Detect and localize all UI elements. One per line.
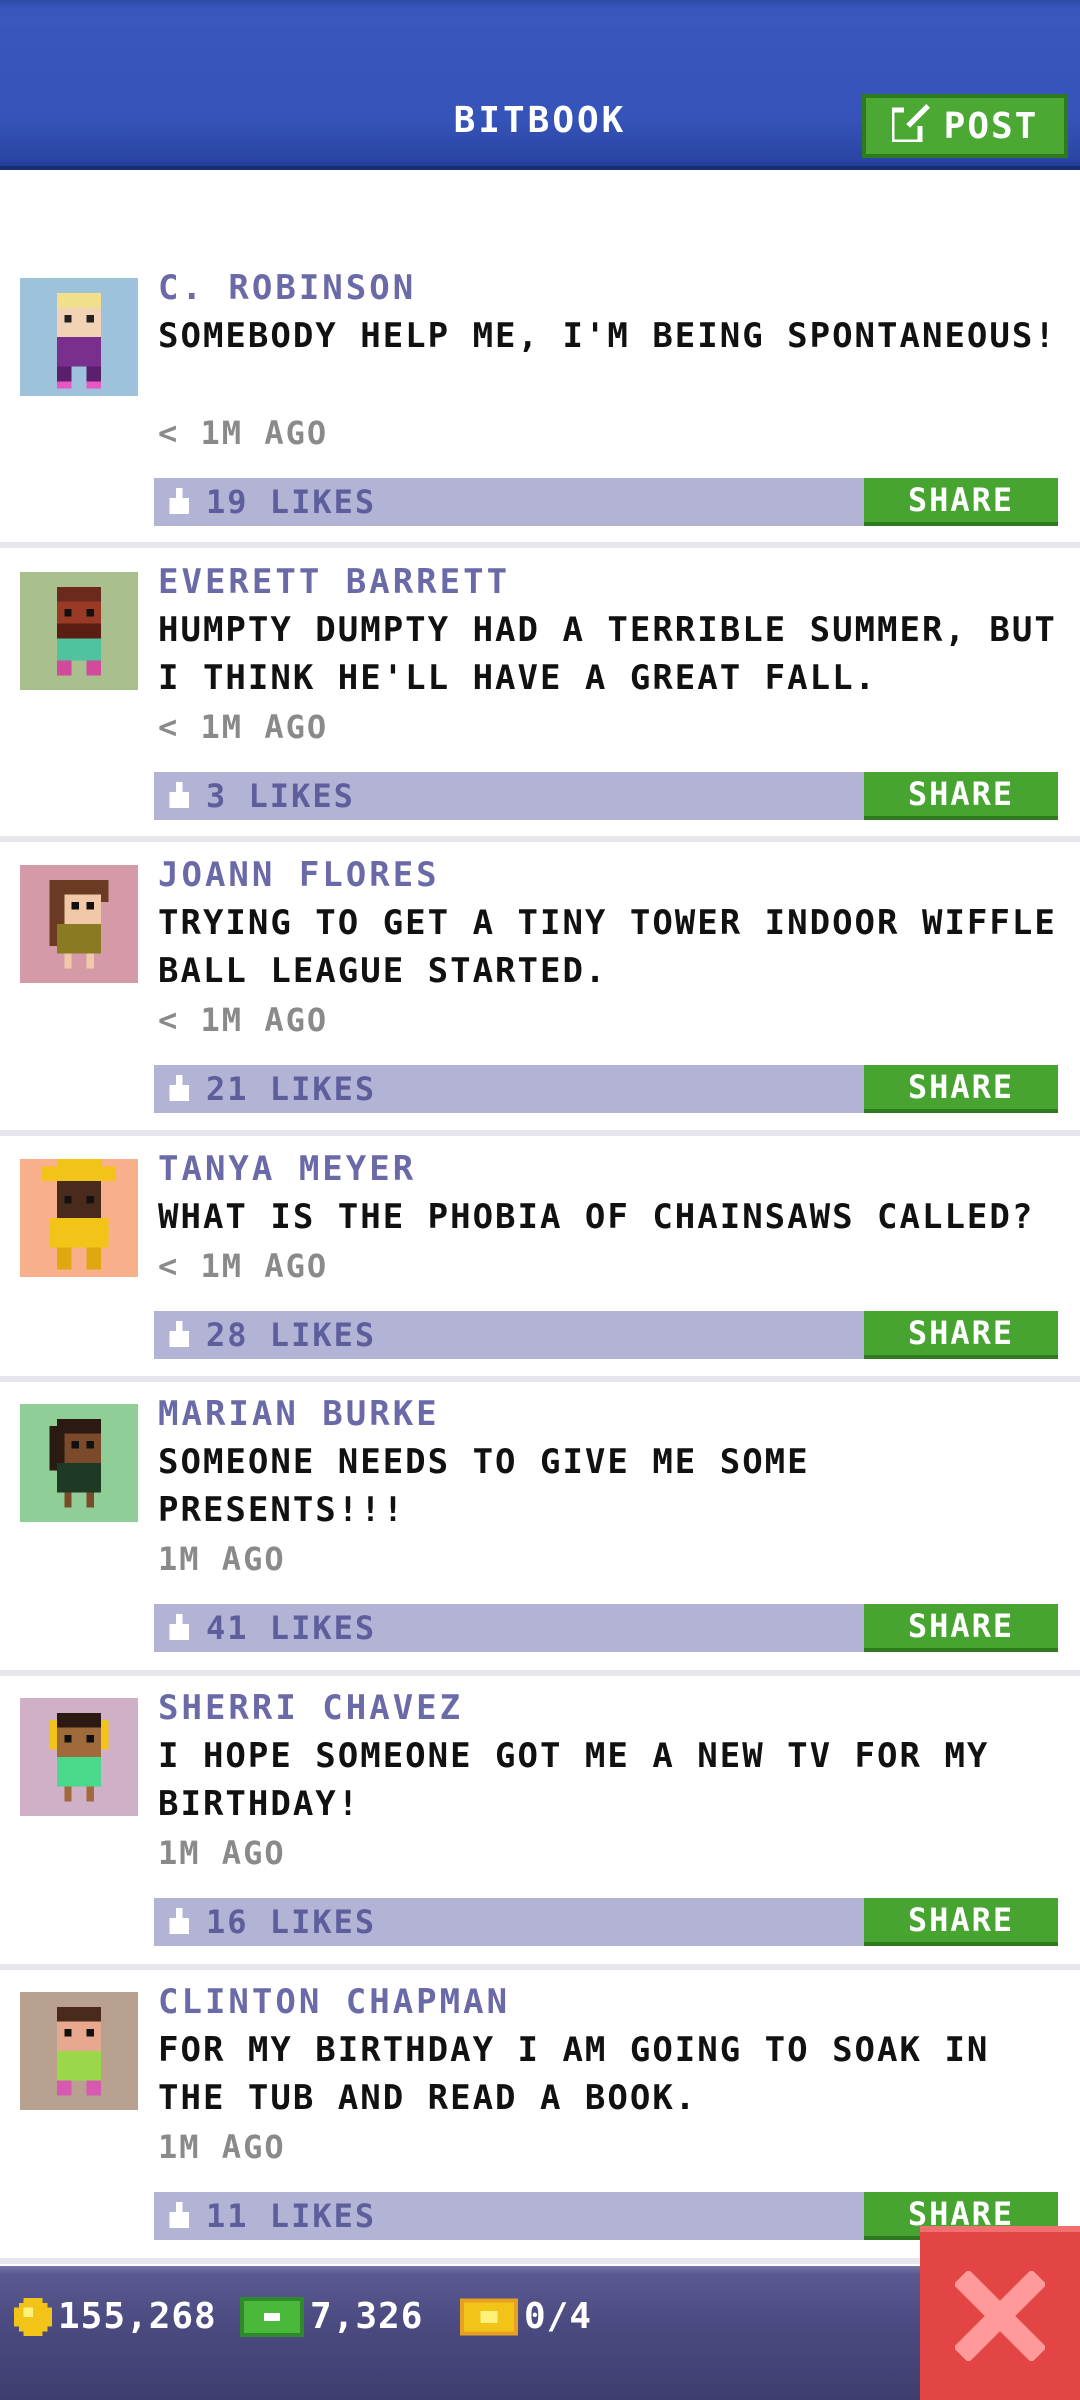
thumbs-up-icon [169, 1908, 189, 1934]
share-button[interactable]: SHARE [864, 478, 1058, 526]
share-button[interactable]: SHARE [864, 1604, 1058, 1652]
post-divider [0, 1130, 1080, 1136]
author-name[interactable]: C. ROBINSON [158, 268, 416, 308]
likes-count[interactable]: 28 LIKES [206, 1316, 376, 1354]
share-button[interactable]: SHARE [864, 772, 1058, 820]
tickets-value: 0/4 [524, 2296, 593, 2337]
share-button[interactable]: SHARE [864, 1898, 1058, 1946]
header-divider [0, 166, 1080, 170]
likes-count[interactable]: 3 LIKES [206, 777, 355, 815]
post-message: FOR MY BIRTHDAY I AM GOING TO SOAK IN TH… [158, 2030, 990, 2118]
avatar[interactable] [20, 1404, 138, 1522]
post-message: TRYING TO GET A TINY TOWER INDOOR WIFFLE… [158, 903, 1057, 991]
share-button[interactable]: SHARE [864, 1065, 1058, 1113]
ticket-icon [460, 2297, 518, 2336]
thumbs-up-icon [169, 2202, 189, 2228]
thumbs-up-icon [169, 1321, 189, 1347]
post-message: SOMEBODY HELP ME, I'M BEING SPONTANEOUS! [158, 316, 1057, 356]
likes-bar: 41 LIKES SHARE [154, 1604, 1058, 1652]
coin-icon [14, 2297, 52, 2336]
post-divider [0, 836, 1080, 842]
post-time: < 1M AGO [158, 708, 329, 746]
post-time: 1M AGO [158, 2128, 286, 2166]
likes-count[interactable]: 19 LIKES [206, 483, 376, 521]
likes-bar: 28 LIKES SHARE [154, 1311, 1058, 1359]
post-time: < 1M AGO [158, 414, 329, 452]
post-message: HUMPTY DUMPTY HAD A TERRIBLE SUMMER, BUT… [158, 610, 1057, 698]
likes-count[interactable]: 16 LIKES [206, 1903, 376, 1941]
avatar[interactable] [20, 572, 138, 690]
avatar[interactable] [20, 1698, 138, 1816]
author-name[interactable]: SHERRI CHAVEZ [158, 1688, 463, 1728]
likes-count[interactable]: 21 LIKES [206, 1070, 376, 1108]
avatar[interactable] [20, 1992, 138, 2110]
post-time: 1M AGO [158, 1540, 286, 1578]
author-name[interactable]: MARIAN BURKE [158, 1394, 440, 1434]
bux-icon [240, 2296, 304, 2337]
avatar[interactable] [20, 1159, 138, 1277]
thumbs-up-icon [169, 782, 189, 808]
share-button[interactable]: SHARE [864, 1311, 1058, 1359]
close-icon [955, 2271, 1045, 2361]
post-divider [0, 542, 1080, 548]
post-time: < 1M AGO [158, 1001, 329, 1039]
bux-value: 7,326 [310, 2296, 424, 2337]
post-label: POST [943, 105, 1039, 147]
author-name[interactable]: CLINTON CHAPMAN [158, 1982, 510, 2022]
post-message: WHAT IS THE PHOBIA OF CHAINSAWS CALLED? [158, 1197, 1035, 1237]
likes-bar: 19 LIKES SHARE [154, 478, 1058, 526]
likes-bar: 16 LIKES SHARE [154, 1898, 1058, 1946]
post-message: SOMEONE NEEDS TO GIVE ME SOME PRESENTS!!… [158, 1442, 810, 1530]
close-button[interactable] [920, 2226, 1080, 2400]
post-button[interactable]: POST [862, 94, 1068, 158]
post-divider [0, 2258, 1080, 2264]
edit-icon [889, 101, 932, 151]
post-divider [0, 1670, 1080, 1676]
tickets-stat[interactable]: 0/4 [460, 2296, 592, 2337]
likes-bar: 21 LIKES SHARE [154, 1065, 1058, 1113]
author-name[interactable]: JOANN FLORES [158, 855, 440, 895]
coins-stat[interactable]: 155,268 [14, 2296, 217, 2337]
bottom-status-bar: 155,268 7,326 0/4 [0, 2266, 1080, 2400]
avatar[interactable] [20, 278, 138, 396]
coins-value: 155,268 [58, 2296, 217, 2337]
likes-bar: 3 LIKES SHARE [154, 772, 1058, 820]
post-divider [0, 1964, 1080, 1970]
header: BITBOOK POST [0, 0, 1080, 170]
post-time: < 1M AGO [158, 1247, 329, 1285]
avatar[interactable] [20, 865, 138, 983]
post-divider [0, 1376, 1080, 1382]
thumbs-up-icon [169, 1075, 189, 1101]
likes-count[interactable]: 41 LIKES [206, 1609, 376, 1647]
thumbs-up-icon [169, 488, 189, 514]
post-message: I HOPE SOMEONE GOT ME A NEW TV FOR MY BI… [158, 1736, 990, 1824]
post-time: 1M AGO [158, 1834, 286, 1872]
bux-stat[interactable]: 7,326 [240, 2296, 423, 2337]
thumbs-up-icon [169, 1614, 189, 1640]
author-name[interactable]: TANYA MEYER [158, 1149, 416, 1189]
author-name[interactable]: EVERETT BARRETT [158, 562, 510, 602]
likes-count[interactable]: 11 LIKES [206, 2197, 376, 2235]
